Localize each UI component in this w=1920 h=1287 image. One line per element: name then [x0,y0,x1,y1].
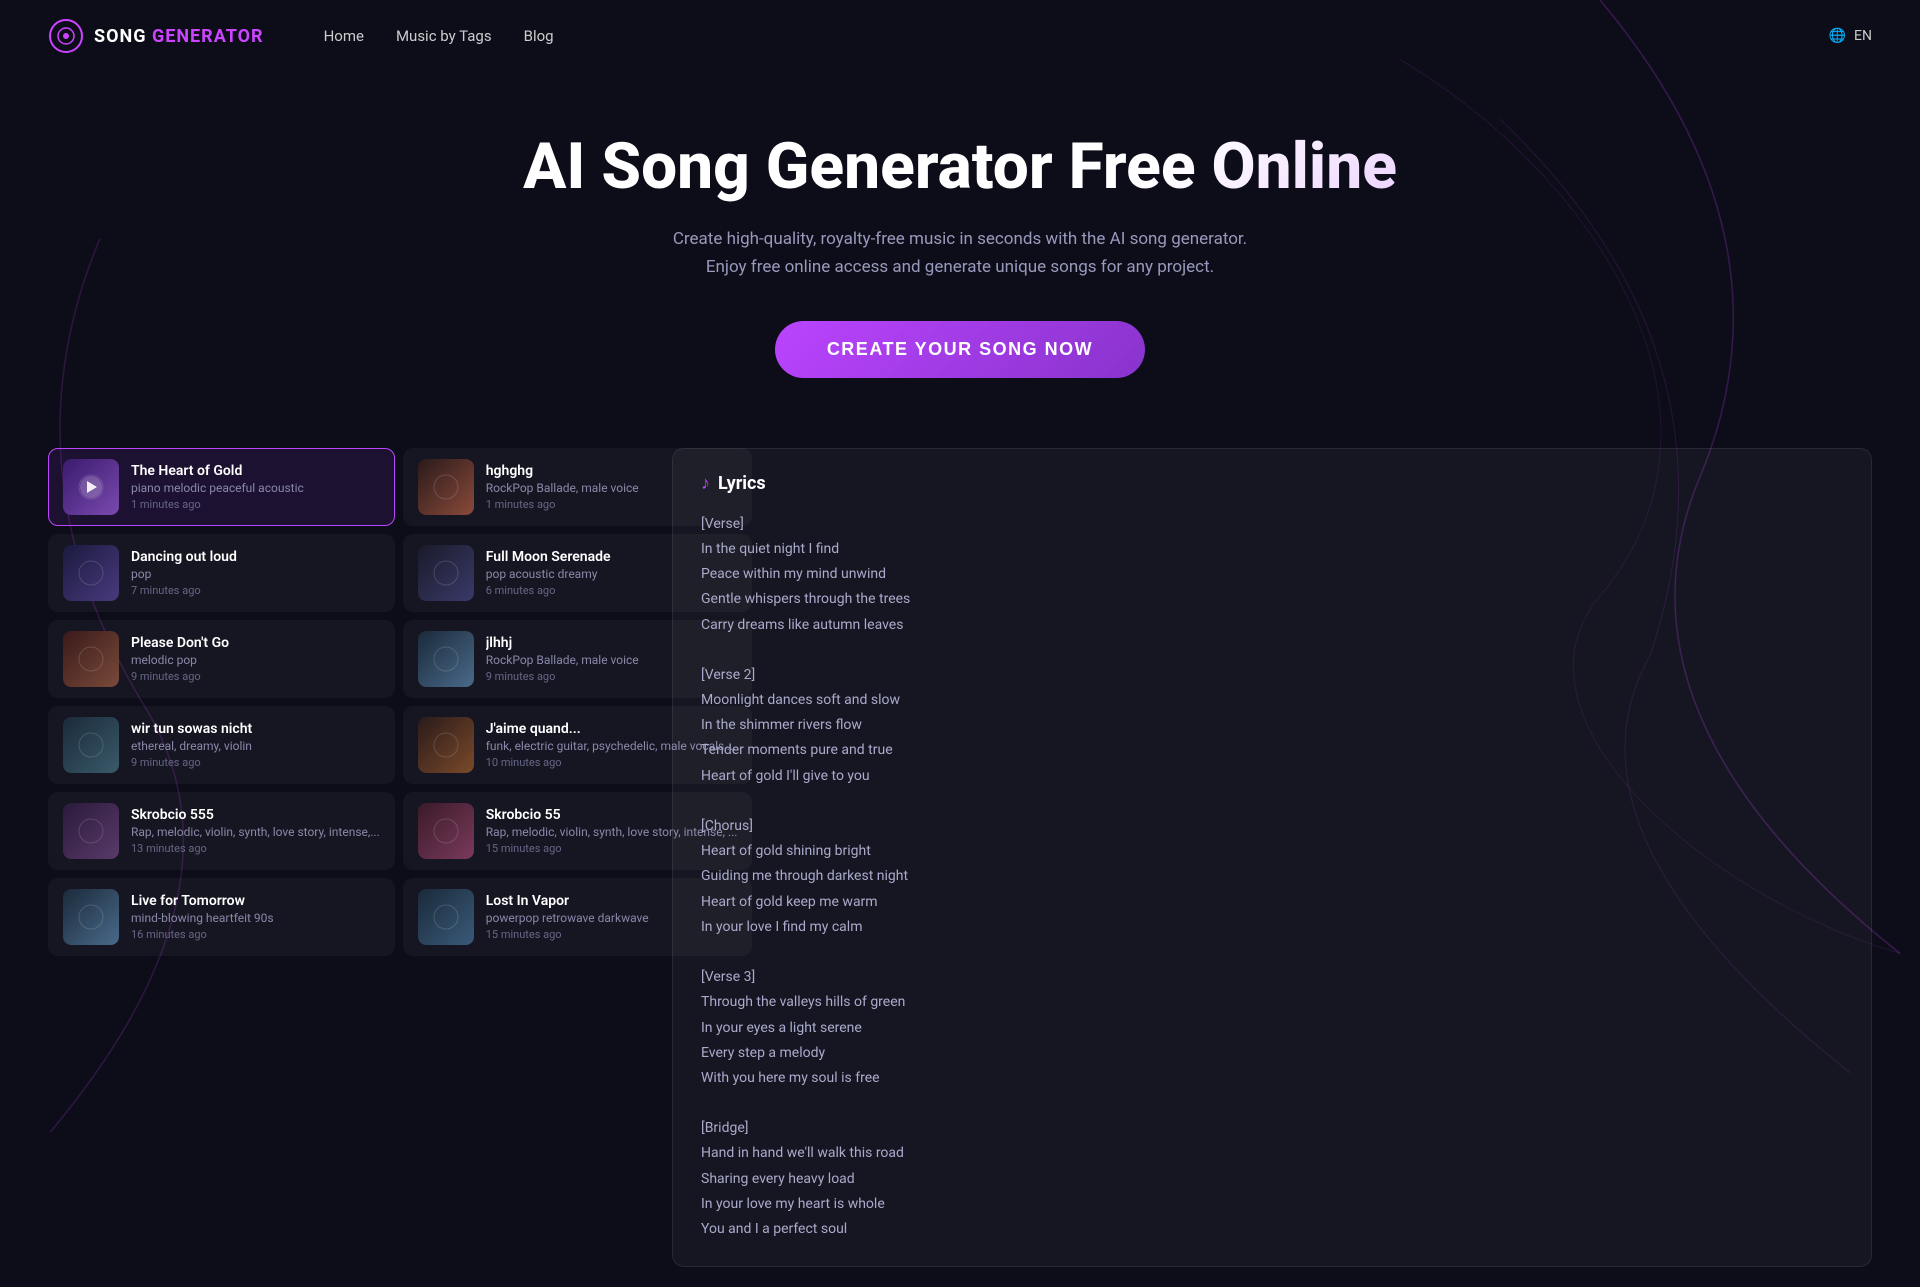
hero-subtitle: Create high-quality, royalty-free music … [660,226,1260,280]
song-time: 1 minutes ago [131,498,380,511]
cta-button[interactable]: CREATE YOUR SONG NOW [775,321,1145,378]
song-genre: melodic pop [131,653,380,667]
song-thumbnail [63,889,119,945]
song-title: Skrobcio 555 [131,807,380,823]
song-thumbnail [63,803,119,859]
song-thumbnail [63,717,119,773]
song-title: Please Don't Go [131,635,380,651]
song-info: The Heart of Gold piano melodic peaceful … [131,463,380,511]
nav-home[interactable]: Home [324,27,364,45]
song-genre: mind-blowing heartfeit 90s [131,911,380,925]
song-time: 16 minutes ago [131,928,380,941]
lyrics-panel: ♪ Lyrics [Verse] In the quiet night I fi… [672,448,1872,1267]
song-genre: piano melodic peaceful acoustic [131,481,380,495]
language-selector[interactable]: 🌐 EN [1829,28,1872,44]
song-info: Please Don't Go melodic pop 9 minutes ago [131,635,380,683]
song-card-1[interactable]: The Heart of Gold piano melodic peaceful … [48,448,395,526]
nav-links: Home Music by Tags Blog [324,27,554,45]
song-card-2[interactable]: Dancing out loud pop 7 minutes ago [48,534,395,612]
song-card-4[interactable]: wir tun sowas nicht ethereal, dreamy, vio… [48,706,395,784]
logo-text: SONG GENERATOR [94,26,264,47]
logo-link[interactable]: SONG GENERATOR [48,18,264,54]
song-title: Live for Tomorrow [131,893,380,909]
song-time: 13 minutes ago [131,842,380,855]
song-thumbnail [418,889,474,945]
song-card-6[interactable]: Live for Tomorrow mind-blowing heartfeit … [48,878,395,956]
song-genre: ethereal, dreamy, violin [131,739,380,753]
language-label: EN [1854,28,1872,44]
song-title: The Heart of Gold [131,463,380,479]
song-thumbnail [418,717,474,773]
song-title: Dancing out loud [131,549,380,565]
song-thumbnail [418,545,474,601]
nav-music-by-tags[interactable]: Music by Tags [396,27,492,45]
song-time: 9 minutes ago [131,670,380,683]
song-title: wir tun sowas nicht [131,721,380,737]
song-grid: The Heart of Gold piano melodic peaceful … [48,448,648,956]
nav-blog[interactable]: Blog [524,27,554,45]
song-time: 9 minutes ago [131,756,380,769]
song-info: Skrobcio 555 Rap, melodic, violin, synth,… [131,807,380,855]
navbar: SONG GENERATOR Home Music by Tags Blog 🌐… [0,0,1920,72]
lyrics-title: Lyrics [718,473,766,494]
lyrics-header: ♪ Lyrics [701,473,1843,494]
song-thumbnail [418,631,474,687]
play-button[interactable] [80,476,102,498]
song-info: wir tun sowas nicht ethereal, dreamy, vio… [131,721,380,769]
song-card-5[interactable]: Skrobcio 555 Rap, melodic, violin, synth,… [48,792,395,870]
song-thumbnail [63,545,119,601]
song-time: 7 minutes ago [131,584,380,597]
lyrics-icon: ♪ [701,473,710,494]
main-content: The Heart of Gold piano melodic peaceful … [0,428,1920,1287]
song-thumbnail [418,459,474,515]
hero-section: AI Song Generator Free Online Create hig… [0,72,1920,428]
song-info: Dancing out loud pop 7 minutes ago [131,549,380,597]
song-genre: pop [131,567,380,581]
song-thumbnail [418,803,474,859]
lyrics-content: [Verse] In the quiet night I find Peace … [701,512,1843,1242]
song-genre: Rap, melodic, violin, synth, love story,… [131,825,380,839]
song-thumbnail [63,631,119,687]
song-thumbnail [63,459,119,515]
song-info: Live for Tomorrow mind-blowing heartfeit … [131,893,380,941]
hero-title: AI Song Generator Free Online [20,132,1900,202]
song-card-3[interactable]: Please Don't Go melodic pop 9 minutes ago [48,620,395,698]
logo-icon [48,18,84,54]
globe-icon: 🌐 [1829,28,1846,44]
